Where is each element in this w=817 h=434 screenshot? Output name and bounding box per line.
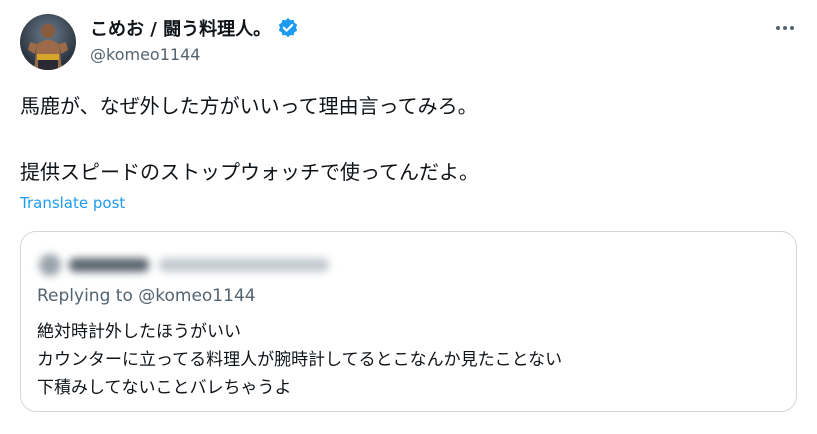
display-name[interactable]: こめお / 闘う料理人。 <box>90 15 271 41</box>
avatar[interactable] <box>20 14 76 70</box>
tweet-text-line: 提供スピードのストップウォッチで使ってんだよ。 <box>20 160 479 184</box>
quoted-avatar-blurred <box>39 254 61 276</box>
quoted-text-line: 絶対時計外したほうがいい <box>37 322 241 342</box>
quoted-handle-date-blurred <box>159 258 329 272</box>
more-horizontal-icon[interactable] <box>770 16 800 40</box>
translate-post-link[interactable]: Translate post <box>20 194 125 212</box>
replying-to: Replying to @komeo1144 <box>37 286 256 306</box>
quoted-text: 絶対時計外したほうがいい カウンターに立ってる料理人が腕時計してるとこなんか見た… <box>37 318 562 402</box>
display-name-row: こめお / 闘う料理人。 <box>90 16 299 40</box>
tweet-text-line: 馬鹿が、なぜ外した方がいいって理由言ってみろ。 <box>20 94 478 118</box>
tweet-text: 馬鹿が、なぜ外した方がいいって理由言ってみろ。 提供スピードのストップウォッチで… <box>20 90 800 189</box>
avatar-photo-icon <box>20 14 76 70</box>
author-names: こめお / 闘う料理人。 @komeo1144 <box>90 16 299 64</box>
replying-to-handle[interactable]: @komeo1144 <box>138 286 255 306</box>
verified-badge-icon[interactable] <box>277 17 299 39</box>
quoted-name-blurred <box>69 258 149 272</box>
quoted-text-line: カウンターに立ってる料理人が腕時計してるとこなんか見たことない <box>37 350 563 370</box>
quoted-author-blurred <box>37 252 337 276</box>
replying-to-label: Replying to <box>37 286 133 306</box>
tweet-header: こめお / 闘う料理人。 @komeo1144 <box>20 14 800 70</box>
author-handle[interactable]: @komeo1144 <box>90 45 299 64</box>
quoted-tweet-card[interactable]: Replying to @komeo1144 絶対時計外したほうがいい カウンタ… <box>20 231 797 412</box>
quoted-text-line: 下積みしてないことバレちゃうよ <box>37 378 292 398</box>
tweet-text-spacer <box>20 123 800 156</box>
